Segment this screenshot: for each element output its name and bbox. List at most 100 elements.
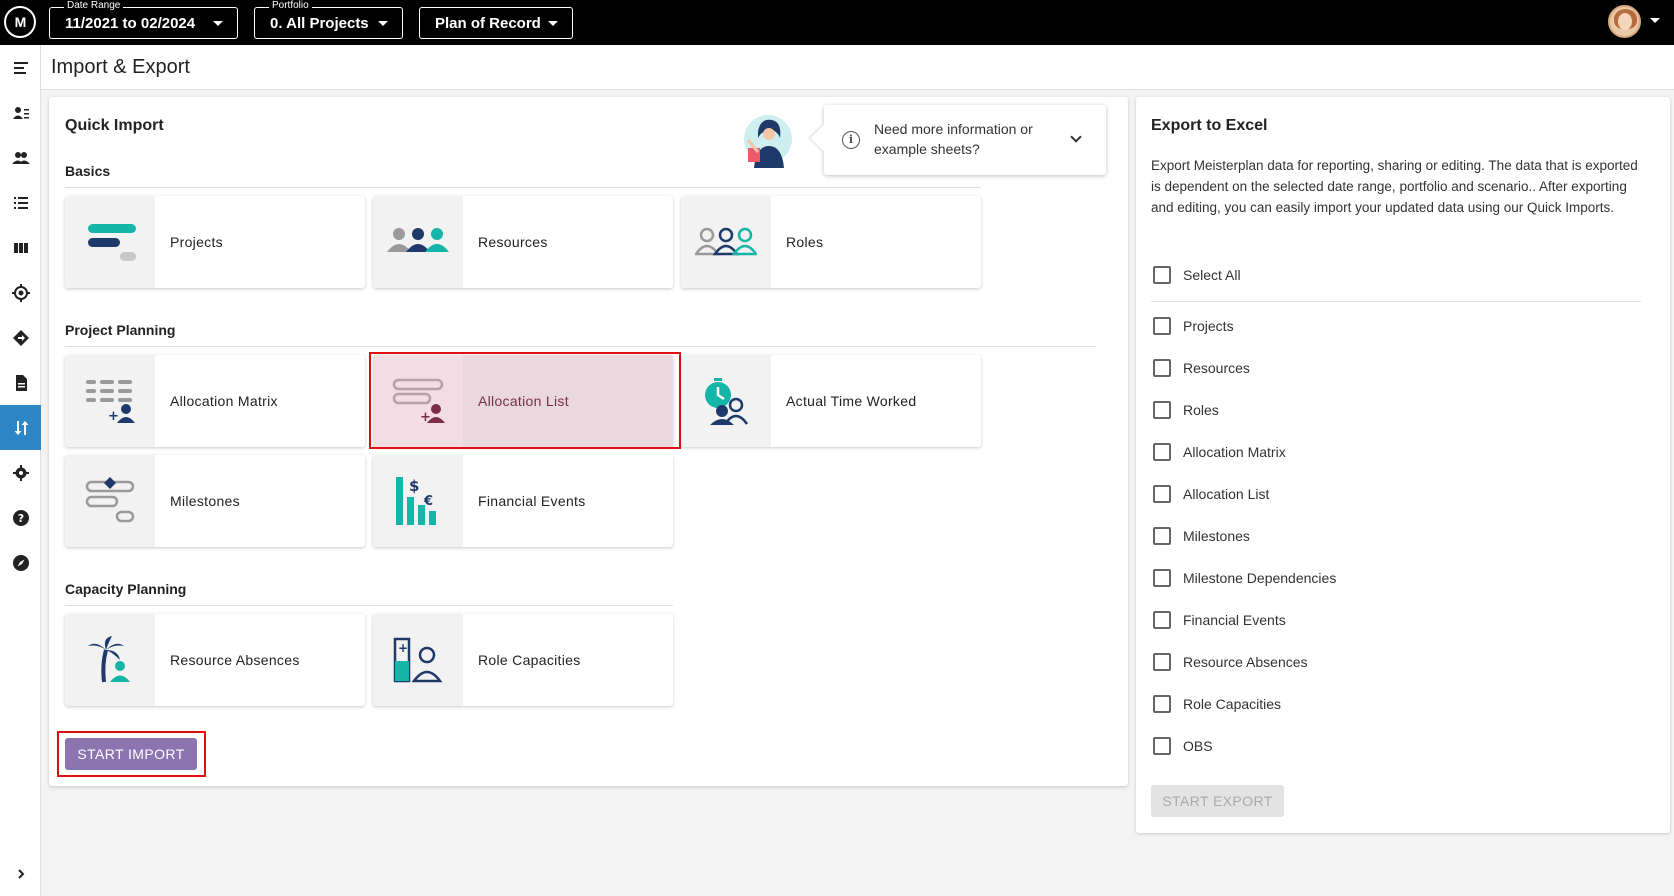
checkbox-role-capacities[interactable]: Role Capacities	[1153, 694, 1281, 714]
diamond-route-icon[interactable]	[0, 315, 41, 360]
tile-actual-time-worked[interactable]: Actual Time Worked	[681, 355, 981, 447]
checkbox-obs[interactable]: OBS	[1153, 736, 1213, 756]
tile-label: Resources	[478, 234, 548, 250]
help-info-dropdown[interactable]: i Need more information or example sheet…	[824, 105, 1106, 175]
svg-text:+: +	[398, 641, 408, 655]
caret-down-icon	[378, 21, 388, 26]
target-icon[interactable]	[0, 270, 41, 315]
checkbox[interactable]	[1153, 485, 1171, 503]
tile-role-capacities[interactable]: + Role Capacities	[373, 614, 673, 706]
allocation-matrix-icon: +	[65, 355, 155, 447]
date-range-select[interactable]: Date Range 11/2021 to 02/2024	[49, 0, 238, 39]
caret-down-icon	[213, 21, 223, 26]
checkbox-label: Select All	[1183, 267, 1241, 283]
scenario-value: Plan of Record	[435, 14, 541, 32]
app-logo[interactable]: M	[4, 6, 36, 38]
checkbox[interactable]	[1153, 443, 1171, 461]
section-divider	[65, 346, 1096, 347]
scenario-select[interactable]: Plan of Record	[419, 7, 573, 39]
tile-resources[interactable]: Resources	[373, 196, 673, 288]
checkbox-milestones[interactable]: Milestones	[1153, 526, 1250, 546]
checkbox-label: Financial Events	[1183, 612, 1286, 628]
checkbox[interactable]	[1153, 737, 1171, 755]
checkbox-label: Role Capacities	[1183, 696, 1282, 712]
tile-allocation-matrix[interactable]: + Allocation Matrix	[65, 355, 365, 447]
tile-milestones[interactable]: Milestones	[65, 455, 365, 547]
projects-icon	[65, 196, 155, 288]
start-import-button[interactable]: START IMPORT	[65, 738, 197, 770]
columns-icon[interactable]	[0, 225, 41, 270]
tile-resource-absences[interactable]: Resource Absences	[65, 614, 365, 706]
checkbox-projects[interactable]: Projects	[1153, 316, 1234, 336]
svg-text:€: €	[423, 494, 433, 509]
checkbox[interactable]	[1153, 359, 1171, 377]
quick-import-title: Quick Import	[65, 117, 164, 134]
tile-label: Milestones	[170, 493, 240, 509]
svg-text:+: +	[108, 409, 119, 424]
user-menu-caret-icon[interactable]	[1650, 18, 1660, 23]
gear-icon[interactable]	[0, 450, 41, 495]
checkbox[interactable]	[1153, 317, 1171, 335]
portfolio-select[interactable]: Portfolio 0. All Projects	[254, 0, 403, 39]
section-title-basics: Basics	[65, 163, 111, 179]
milestones-icon	[65, 455, 155, 547]
checkbox-label: Allocation List	[1183, 486, 1270, 502]
people-icon[interactable]	[0, 135, 41, 180]
checkbox-resources[interactable]: Resources	[1153, 358, 1250, 378]
page-header: Import & Export	[41, 45, 1674, 90]
svg-text:?: ?	[17, 512, 23, 525]
checkbox[interactable]	[1153, 611, 1171, 629]
avatar-face	[1618, 13, 1632, 30]
checkbox[interactable]	[1153, 527, 1171, 545]
checkbox-label: Allocation Matrix	[1183, 444, 1286, 460]
list-icon[interactable]	[0, 180, 41, 225]
tile-projects[interactable]: Projects	[65, 196, 365, 288]
top-bar: M Date Range 11/2021 to 02/2024 Portfoli…	[0, 0, 1674, 45]
checkbox-allocation-list[interactable]: Allocation List	[1153, 484, 1269, 504]
checkbox[interactable]	[1153, 653, 1171, 671]
checkbox-label: Milestones	[1183, 528, 1250, 544]
compass-icon[interactable]	[0, 540, 41, 585]
help-icon[interactable]: ?	[0, 495, 41, 540]
checkbox[interactable]	[1153, 266, 1171, 284]
checkbox-label: Roles	[1183, 402, 1219, 418]
portfolio-value: 0. All Projects	[270, 14, 369, 32]
tile-label: Allocation List	[478, 393, 569, 409]
export-title: Export to Excel	[1151, 117, 1268, 134]
checkbox[interactable]	[1153, 401, 1171, 419]
svg-text:$: $	[409, 477, 419, 495]
portfolio-label: Portfolio	[269, 0, 312, 11]
checkbox[interactable]	[1153, 569, 1171, 587]
page-title: Import & Export	[51, 56, 190, 78]
checkbox-select-all[interactable]: Select All	[1153, 265, 1241, 285]
tile-label: Projects	[170, 234, 223, 250]
checkbox-label: OBS	[1183, 738, 1213, 754]
checkbox-roles[interactable]: Roles	[1153, 400, 1219, 420]
menu-toggle-icon[interactable]	[0, 45, 41, 90]
tile-financial-events[interactable]: $ € Financial Events	[373, 455, 673, 547]
checkbox[interactable]	[1153, 695, 1171, 713]
resources-icon	[373, 196, 463, 288]
checkbox-resource-absences[interactable]: Resource Absences	[1153, 652, 1308, 672]
sidebar: ?	[0, 45, 41, 896]
person-list-icon[interactable]	[0, 90, 41, 135]
import-export-icon[interactable]	[0, 405, 41, 450]
expand-chevron-icon[interactable]	[0, 851, 41, 896]
checkbox-milestone-dependencies[interactable]: Milestone Dependencies	[1153, 568, 1336, 588]
checkbox-label: Resource Absences	[1183, 654, 1308, 670]
section-title-project-planning: Project Planning	[65, 322, 176, 338]
info-icon: i	[842, 131, 860, 149]
role-capacities-icon: +	[373, 614, 463, 706]
tile-label: Actual Time Worked	[786, 393, 917, 409]
chevron-down-icon[interactable]	[1070, 131, 1082, 143]
checkbox-financial-events[interactable]: Financial Events	[1153, 610, 1286, 630]
checkbox-allocation-matrix[interactable]: Allocation Matrix	[1153, 442, 1286, 462]
tile-label: Resource Absences	[170, 652, 300, 668]
tile-label: Allocation Matrix	[170, 393, 278, 409]
start-export-button[interactable]: START EXPORT	[1151, 785, 1284, 817]
document-icon[interactable]	[0, 360, 41, 405]
tile-roles[interactable]: Roles	[681, 196, 981, 288]
date-range-label: Date Range	[64, 0, 124, 11]
user-avatar[interactable]	[1608, 5, 1641, 38]
tile-allocation-list[interactable]: + Allocation List	[373, 355, 673, 447]
